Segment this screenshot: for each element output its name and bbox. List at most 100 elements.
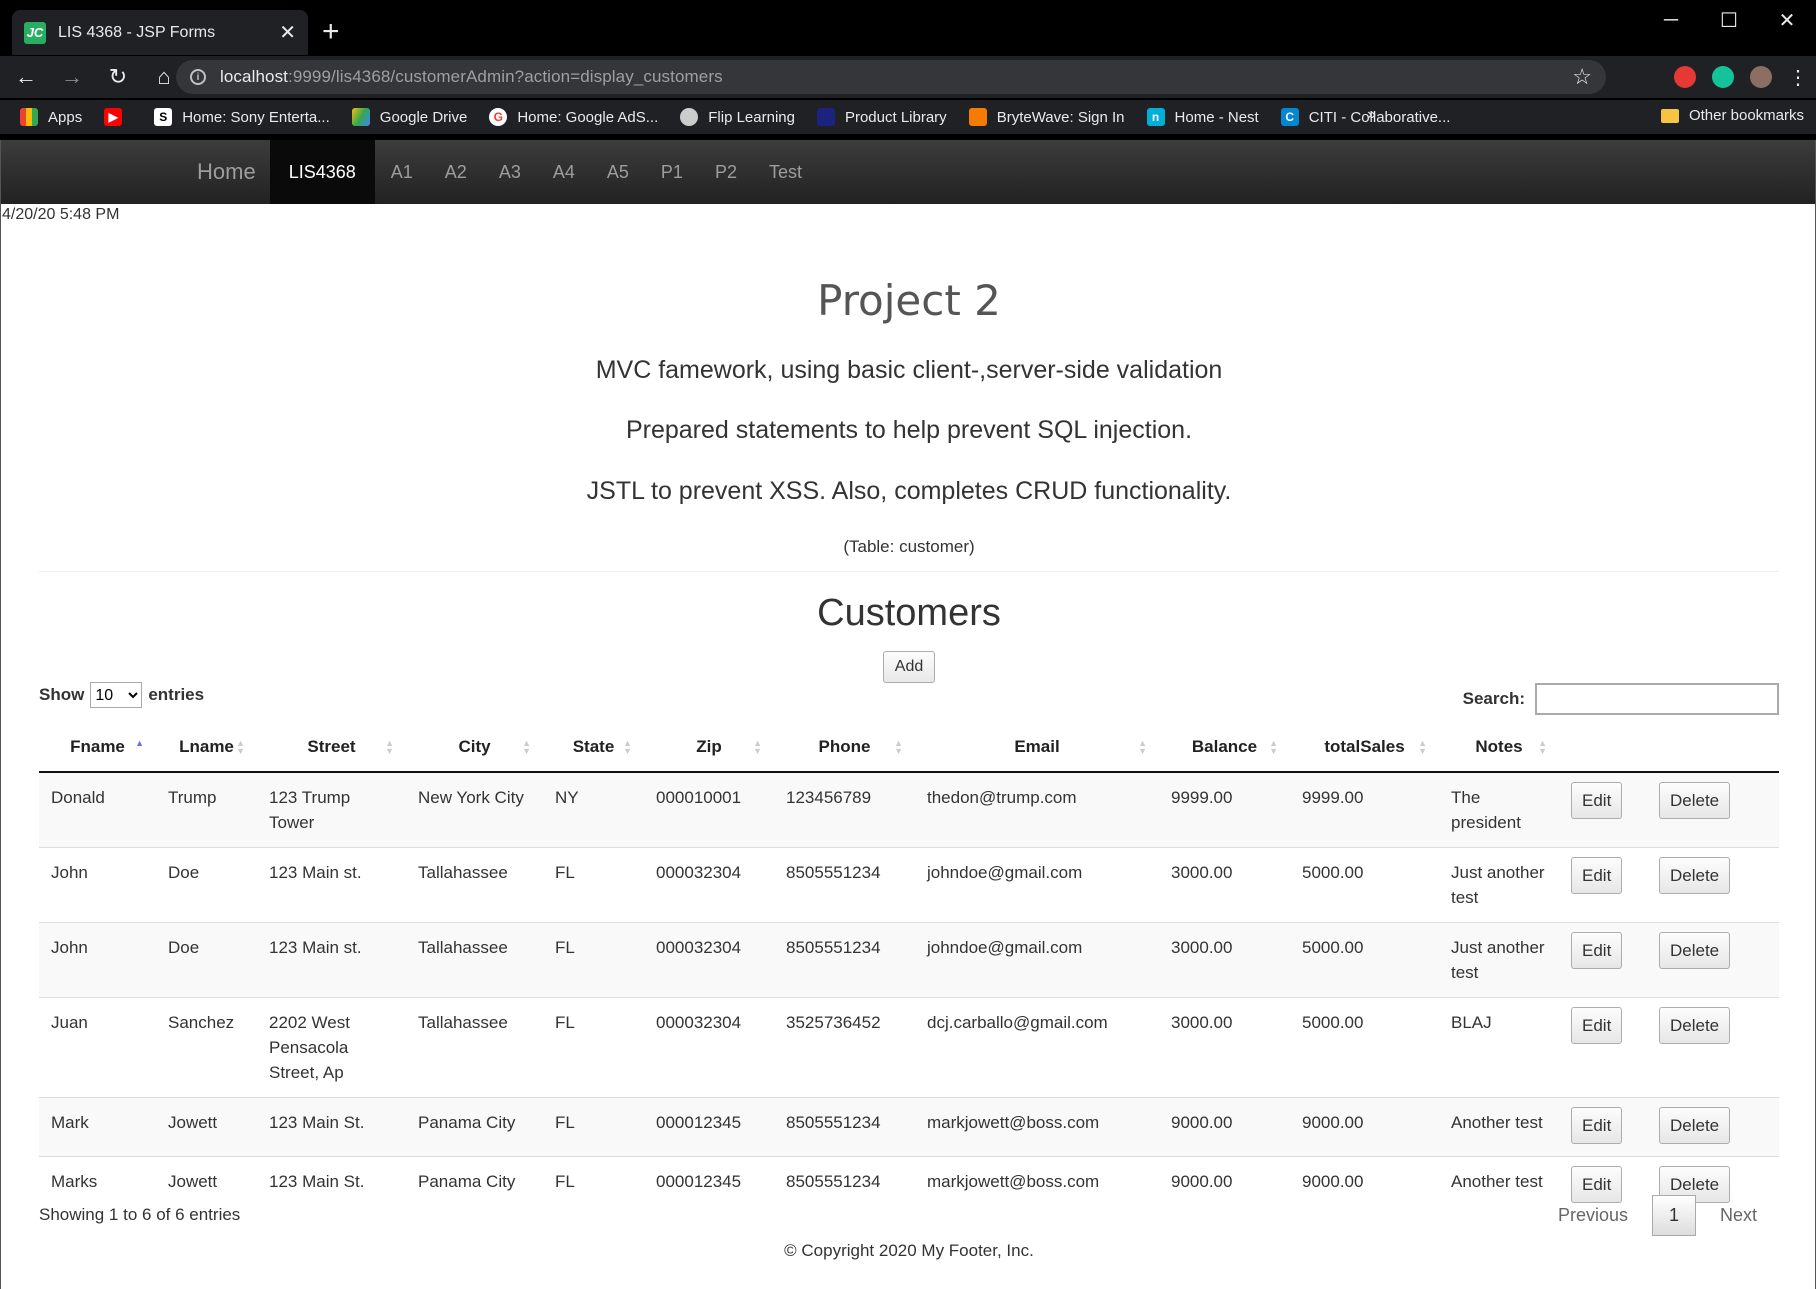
nav-lis4368[interactable]: LIS4368 — [269, 140, 375, 204]
nav-a4[interactable]: A4 — [537, 140, 591, 204]
th-phone[interactable]: Phone ▲ ▼ — [774, 722, 915, 773]
folder-icon — [1660, 108, 1679, 123]
info-icon[interactable]: i — [190, 69, 206, 85]
cell-city: Tallahassee — [406, 997, 543, 1098]
cell-lname: Jowett — [156, 1097, 257, 1157]
th-state[interactable]: State ▲ ▼ — [543, 722, 644, 773]
edit-button[interactable]: Edit — [1571, 932, 1623, 969]
search-input[interactable] — [1535, 683, 1779, 715]
bookmark-nest[interactable]: n Home - Nest — [1146, 108, 1259, 126]
th-balance[interactable]: Balance ▲ ▼ — [1159, 722, 1290, 773]
cell-delete: Delete — [1647, 922, 1779, 998]
nav-a1[interactable]: A1 — [375, 140, 429, 204]
edit-button[interactable]: Edit — [1571, 857, 1623, 894]
forward-icon[interactable]: → — [52, 57, 92, 97]
cell-phone: 123456789 — [774, 771, 915, 848]
cell-city: Panama City — [406, 1097, 543, 1157]
delete-button[interactable]: Delete — [1659, 1007, 1731, 1044]
th-email[interactable]: Email ▲ ▼ — [915, 722, 1159, 773]
close-tab-icon[interactable]: ✕ — [279, 20, 296, 45]
nav-test[interactable]: Test — [753, 140, 818, 204]
cell-city: Panama City — [406, 1156, 543, 1215]
edit-button[interactable]: Edit — [1571, 1007, 1623, 1044]
more-bookmarks-icon[interactable]: » — [1367, 106, 1376, 124]
cell-delete: Delete — [1647, 997, 1779, 1098]
nav-a5[interactable]: A5 — [591, 140, 645, 204]
cell-state: NY — [543, 771, 644, 848]
cell-balance: 3000.00 — [1159, 997, 1290, 1098]
grammarly-icon[interactable] — [1712, 66, 1734, 88]
nav-a2[interactable]: A2 — [429, 140, 483, 204]
bookmark-sony[interactable]: S Home: Sony Enterta... — [154, 108, 330, 126]
cell-fname: John — [39, 922, 156, 998]
bookmark-star-icon[interactable]: ☆ — [1572, 64, 1592, 90]
cell-delete: Delete — [1647, 1097, 1779, 1157]
cell-totalsales: 5000.00 — [1290, 922, 1439, 998]
minimize-icon[interactable]: ─ — [1642, 0, 1700, 40]
adblock-icon[interactable] — [1674, 66, 1696, 88]
previous-button[interactable]: Previous — [1540, 1196, 1646, 1235]
cell-email: johndoe@gmail.com — [915, 847, 1159, 923]
bookmark-google-ads[interactable]: G Home: Google AdS... — [489, 108, 658, 126]
sort-icon: ▲ ▼ — [1538, 738, 1547, 756]
th-notes[interactable]: Notes ▲ ▼ — [1439, 722, 1559, 773]
sort-icon: ▲ ▼ — [522, 738, 531, 756]
nav-home[interactable]: Home — [183, 140, 270, 204]
bookmark-brytewave[interactable]: BryteWave: Sign In — [968, 108, 1125, 126]
table-note: (Table: customer) — [843, 537, 975, 556]
cell-lname: Doe — [156, 922, 257, 998]
th-street[interactable]: Street ▲ ▼ — [257, 722, 406, 773]
address-bar[interactable]: i localhost:9999/lis4368/customerAdmin?a… — [176, 60, 1606, 94]
th-totalsales[interactable]: totalSales ▲ ▼ — [1290, 722, 1439, 773]
page-1-button[interactable]: 1 — [1651, 1195, 1696, 1236]
pagination: Previous 1 Next — [1540, 1195, 1775, 1236]
cell-zip: 000010001 — [644, 771, 774, 848]
back-icon[interactable]: ← — [6, 57, 46, 97]
nav-p2[interactable]: P2 — [699, 140, 753, 204]
cell-edit: Edit — [1559, 997, 1647, 1098]
cell-edit: Edit — [1559, 1097, 1647, 1157]
table-body: Donald Trump 123 Trump Tower New York City N… — [39, 771, 1779, 1215]
bookmark-product-library[interactable]: Product Library — [816, 108, 947, 126]
cell-zip: 000032304 — [644, 922, 774, 998]
menu-kebab-icon[interactable]: ⋮ — [1788, 65, 1808, 90]
th-lname[interactable]: Lname ▲ ▼ — [156, 722, 257, 773]
maximize-icon[interactable]: ☐ — [1700, 0, 1758, 40]
google-icon: G — [489, 108, 508, 126]
sort-icon: ▲ ▼ — [1138, 738, 1147, 756]
delete-button[interactable]: Delete — [1659, 1107, 1731, 1144]
edit-button[interactable]: Edit — [1571, 782, 1623, 819]
entries-select[interactable]: 10 — [90, 682, 143, 708]
nav-a3[interactable]: A3 — [483, 140, 537, 204]
profile-avatar[interactable] — [1750, 66, 1772, 88]
edit-button[interactable]: Edit — [1571, 1107, 1623, 1144]
lead-text-2: Prepared statements to help prevent SQL … — [625, 416, 1193, 444]
sort-icon: ▲ ▼ — [1269, 738, 1278, 756]
next-button[interactable]: Next — [1702, 1196, 1775, 1235]
th-city[interactable]: City ▲ ▼ — [406, 722, 543, 773]
close-window-icon[interactable]: ✕ — [1758, 0, 1816, 40]
nav-p1[interactable]: P1 — [645, 140, 699, 204]
cell-lname: Trump — [156, 771, 257, 848]
bookmark-apps[interactable]: Apps — [20, 108, 82, 126]
jc-favicon-icon: JC — [24, 21, 46, 44]
lead-text-1: MVC famework, using basic client-,server… — [595, 356, 1223, 384]
delete-button[interactable]: Delete — [1659, 782, 1731, 819]
other-bookmarks[interactable]: Other bookmarks — [1660, 107, 1804, 124]
cell-email: markjowett@boss.com — [915, 1097, 1159, 1157]
new-tab-icon[interactable]: + — [322, 14, 340, 50]
apps-grid-icon — [20, 108, 38, 126]
bookmark-flip-learning[interactable]: Flip Learning — [680, 108, 795, 126]
reload-icon[interactable]: ↻ — [98, 57, 138, 97]
bookmark-youtube[interactable]: ▶ — [104, 108, 132, 126]
delete-button[interactable]: Delete — [1659, 932, 1731, 969]
bookmark-google-drive[interactable]: Google Drive — [351, 108, 467, 126]
bookmark-citi[interactable]: C CITI - Collaborative... — [1280, 108, 1450, 126]
add-button[interactable]: Add — [883, 651, 935, 683]
delete-button[interactable]: Delete — [1659, 857, 1731, 894]
cell-totalsales: 5000.00 — [1290, 997, 1439, 1098]
table-row: John Doe 123 Main st. Tallahassee FL 00003230… — [39, 922, 1779, 998]
browser-tab[interactable]: JC LIS 4368 - JSP Forms ✕ — [12, 10, 308, 55]
th-fname[interactable]: Fname ▲ — [39, 722, 156, 773]
th-zip[interactable]: Zip ▲ ▼ — [644, 722, 774, 773]
